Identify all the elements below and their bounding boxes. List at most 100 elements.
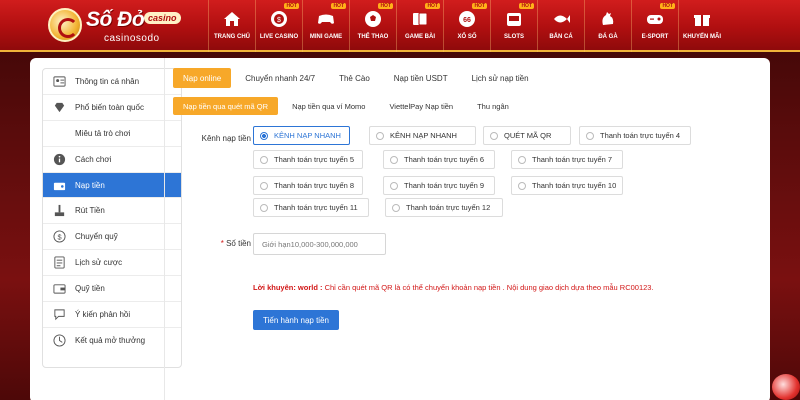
radio-icon[interactable] — [390, 155, 398, 164]
deposit-subtabs: Nạp tiền qua quét mã QR Nạp tiền qua ví M… — [173, 97, 523, 115]
brand-logo[interactable]: Số Đỏ casino casinosodo — [48, 6, 188, 46]
sidebar-item-2[interactable]: Miêu tả trò chơi — [43, 121, 181, 147]
nav-item-10[interactable]: Khuyến Mãi — [678, 0, 725, 52]
amount-label: * Số tiền — [171, 239, 251, 248]
channel-option-6[interactable]: Thanh toán trực tuyến 7 — [511, 150, 623, 169]
radio-icon[interactable] — [586, 131, 594, 140]
sidebar-item-label: Cách chơi — [75, 154, 112, 164]
nav-item-label: Khuyến Mãi — [682, 34, 721, 40]
nav-item-label: Mini Game — [309, 34, 343, 40]
channel-option-7[interactable]: Thanh toán trực tuyến 8 — [253, 176, 363, 195]
channel-option-label: KÊNH NẠP NHANH — [390, 131, 457, 140]
nav-item-5[interactable]: 66 Xổ Số HOT — [443, 0, 490, 52]
sidebar-item-0[interactable]: Thông tin cá nhân — [43, 69, 181, 95]
wallet-icon — [52, 282, 66, 296]
nav-item-2[interactable]: Mini Game HOT — [302, 0, 349, 52]
tab-2[interactable]: Thẻ Cào — [329, 68, 380, 88]
nav-item-0[interactable]: Trang chủ — [208, 0, 255, 52]
nav-item-4[interactable]: Game Bài HOT — [396, 0, 443, 52]
radio-icon[interactable] — [260, 203, 268, 212]
sidebar-item-10[interactable]: Kết quả mở thưởng — [43, 328, 181, 354]
channel-option-label: Thanh toán trực tuyến 8 — [274, 181, 355, 190]
channel-option-label: Thanh toán trực tuyến 5 — [274, 155, 355, 164]
sidebar-item-label: Thông tin cá nhân — [75, 76, 140, 86]
svg-text:$: $ — [57, 233, 61, 242]
sidebar-item-label: Lịch sử cược — [75, 258, 123, 268]
withdraw-icon — [52, 204, 66, 218]
channel-option-11[interactable]: Thanh toán trực tuyến 12 — [385, 198, 503, 217]
radio-icon[interactable] — [518, 155, 526, 164]
channel-option-label: Thanh toán trực tuyến 12 — [406, 203, 491, 212]
casino-chip-icon: $ — [268, 9, 290, 29]
slot-machine-icon — [503, 9, 525, 29]
nav-item-label: Trang chủ — [214, 34, 250, 40]
nav-item-3[interactable]: Thể Thao HOT — [349, 0, 396, 52]
radio-icon[interactable] — [260, 155, 268, 164]
nav-item-6[interactable]: Slots HOT — [490, 0, 537, 52]
sidebar-item-label: Phổ biến toàn quốc — [75, 102, 144, 112]
nav-item-label: Slots — [503, 34, 524, 40]
nav-item-label: E-Sport — [641, 34, 669, 40]
channel-option-10[interactable]: Thanh toán trực tuyến 11 — [253, 198, 369, 217]
channel-option-3[interactable]: Thanh toán trực tuyến 4 — [579, 126, 691, 145]
subtab-3[interactable]: Thu ngân — [467, 97, 519, 115]
sidebar-item-label: Rút Tiền — [75, 206, 105, 216]
channel-option-8[interactable]: Thanh toán trực tuyến 9 — [383, 176, 495, 195]
radio-icon[interactable] — [518, 181, 526, 190]
radio-icon[interactable] — [260, 131, 268, 140]
floating-promo-icon[interactable] — [772, 374, 800, 400]
channel-option-5[interactable]: Thanh toán trực tuyến 6 — [383, 150, 495, 169]
hot-badge: HOT — [284, 3, 299, 9]
radio-icon[interactable] — [490, 131, 498, 140]
sidebar-item-3[interactable]: Cách chơi — [43, 147, 181, 173]
lottery-ball-icon: 66 — [456, 9, 478, 29]
sidebar-item-8[interactable]: Quỹ tiền — [43, 276, 181, 303]
home-icon — [221, 9, 243, 29]
sidebar-item-7[interactable]: Lịch sử cược — [43, 250, 181, 277]
sidebar-item-4[interactable]: Nạp tiền — [43, 172, 181, 199]
sidebar-item-6[interactable]: $ Chuyển quỹ — [43, 224, 181, 251]
radio-icon[interactable] — [376, 131, 384, 140]
submit-deposit-button[interactable]: Tiến hành nạp tiền — [253, 310, 339, 330]
dollar-icon: $ — [52, 230, 66, 244]
sidebar-item-label: Ý kiến phản hồi — [75, 309, 131, 319]
channel-option-0[interactable]: KÊNH NẠP NHANH — [253, 126, 350, 145]
tab-0[interactable]: Nạp online — [173, 68, 232, 88]
brand-subtitle: casinosodo — [104, 33, 160, 44]
subtab-2[interactable]: ViettelPay Nạp tiền — [379, 97, 463, 115]
sidebar-item-9[interactable]: Ý kiến phản hồi — [43, 302, 181, 328]
nav-item-label: Game Bài — [405, 34, 435, 40]
controller-icon — [644, 9, 666, 29]
top-header: Số Đỏ casino casinosodo Trang chủ $ Live C… — [0, 0, 800, 52]
tab-1[interactable]: Chuyển nhanh 24/7 — [235, 68, 325, 88]
nav-item-9[interactable]: E-Sport HOT — [631, 0, 678, 52]
subtab-1[interactable]: Nạp tiền qua ví Momo — [282, 97, 375, 115]
channel-option-1[interactable]: KÊNH NẠP NHANH — [369, 126, 476, 145]
channel-label: Kênh nạp tiền — [201, 134, 251, 143]
tab-4[interactable]: Lịch sử nạp tiền — [462, 68, 539, 88]
channel-option-4[interactable]: Thanh toán trực tuyến 5 — [253, 150, 363, 169]
svg-text:66: 66 — [463, 17, 471, 24]
channel-option-2[interactable]: QUÉT MÃ QR — [483, 126, 571, 145]
subtab-0[interactable]: Nạp tiền qua quét mã QR — [173, 97, 279, 115]
sidebar-item-label: Quỹ tiền — [75, 284, 105, 294]
radio-icon[interactable] — [392, 203, 400, 212]
sidebar-item-1[interactable]: Phổ biến toàn quốc — [43, 95, 181, 121]
channel-option-label: QUÉT MÃ QR — [504, 131, 552, 140]
hot-badge: HOT — [425, 3, 440, 9]
gift-icon — [691, 9, 713, 29]
nav-item-8[interactable]: Đá Gà — [584, 0, 631, 52]
deposit-tabs: Nạp online Chuyển nhanh 24/7 Thẻ Cào Nạp ti… — [173, 68, 543, 88]
amount-input[interactable] — [253, 233, 386, 255]
soccer-ball-icon — [362, 9, 384, 29]
profile-card-icon — [52, 74, 66, 88]
info-icon — [52, 152, 66, 166]
channel-option-9[interactable]: Thanh toán trực tuyến 10 — [511, 176, 623, 195]
nav-item-7[interactable]: Bắn Cá — [537, 0, 584, 52]
sidebar-item-5[interactable]: Rút Tiền — [43, 198, 181, 225]
hot-badge: HOT — [331, 3, 346, 9]
tab-3[interactable]: Nạp tiền USDT — [384, 68, 458, 88]
radio-icon[interactable] — [390, 181, 398, 190]
nav-item-1[interactable]: $ Live Casino HOT — [255, 0, 302, 52]
radio-icon[interactable] — [260, 181, 268, 190]
